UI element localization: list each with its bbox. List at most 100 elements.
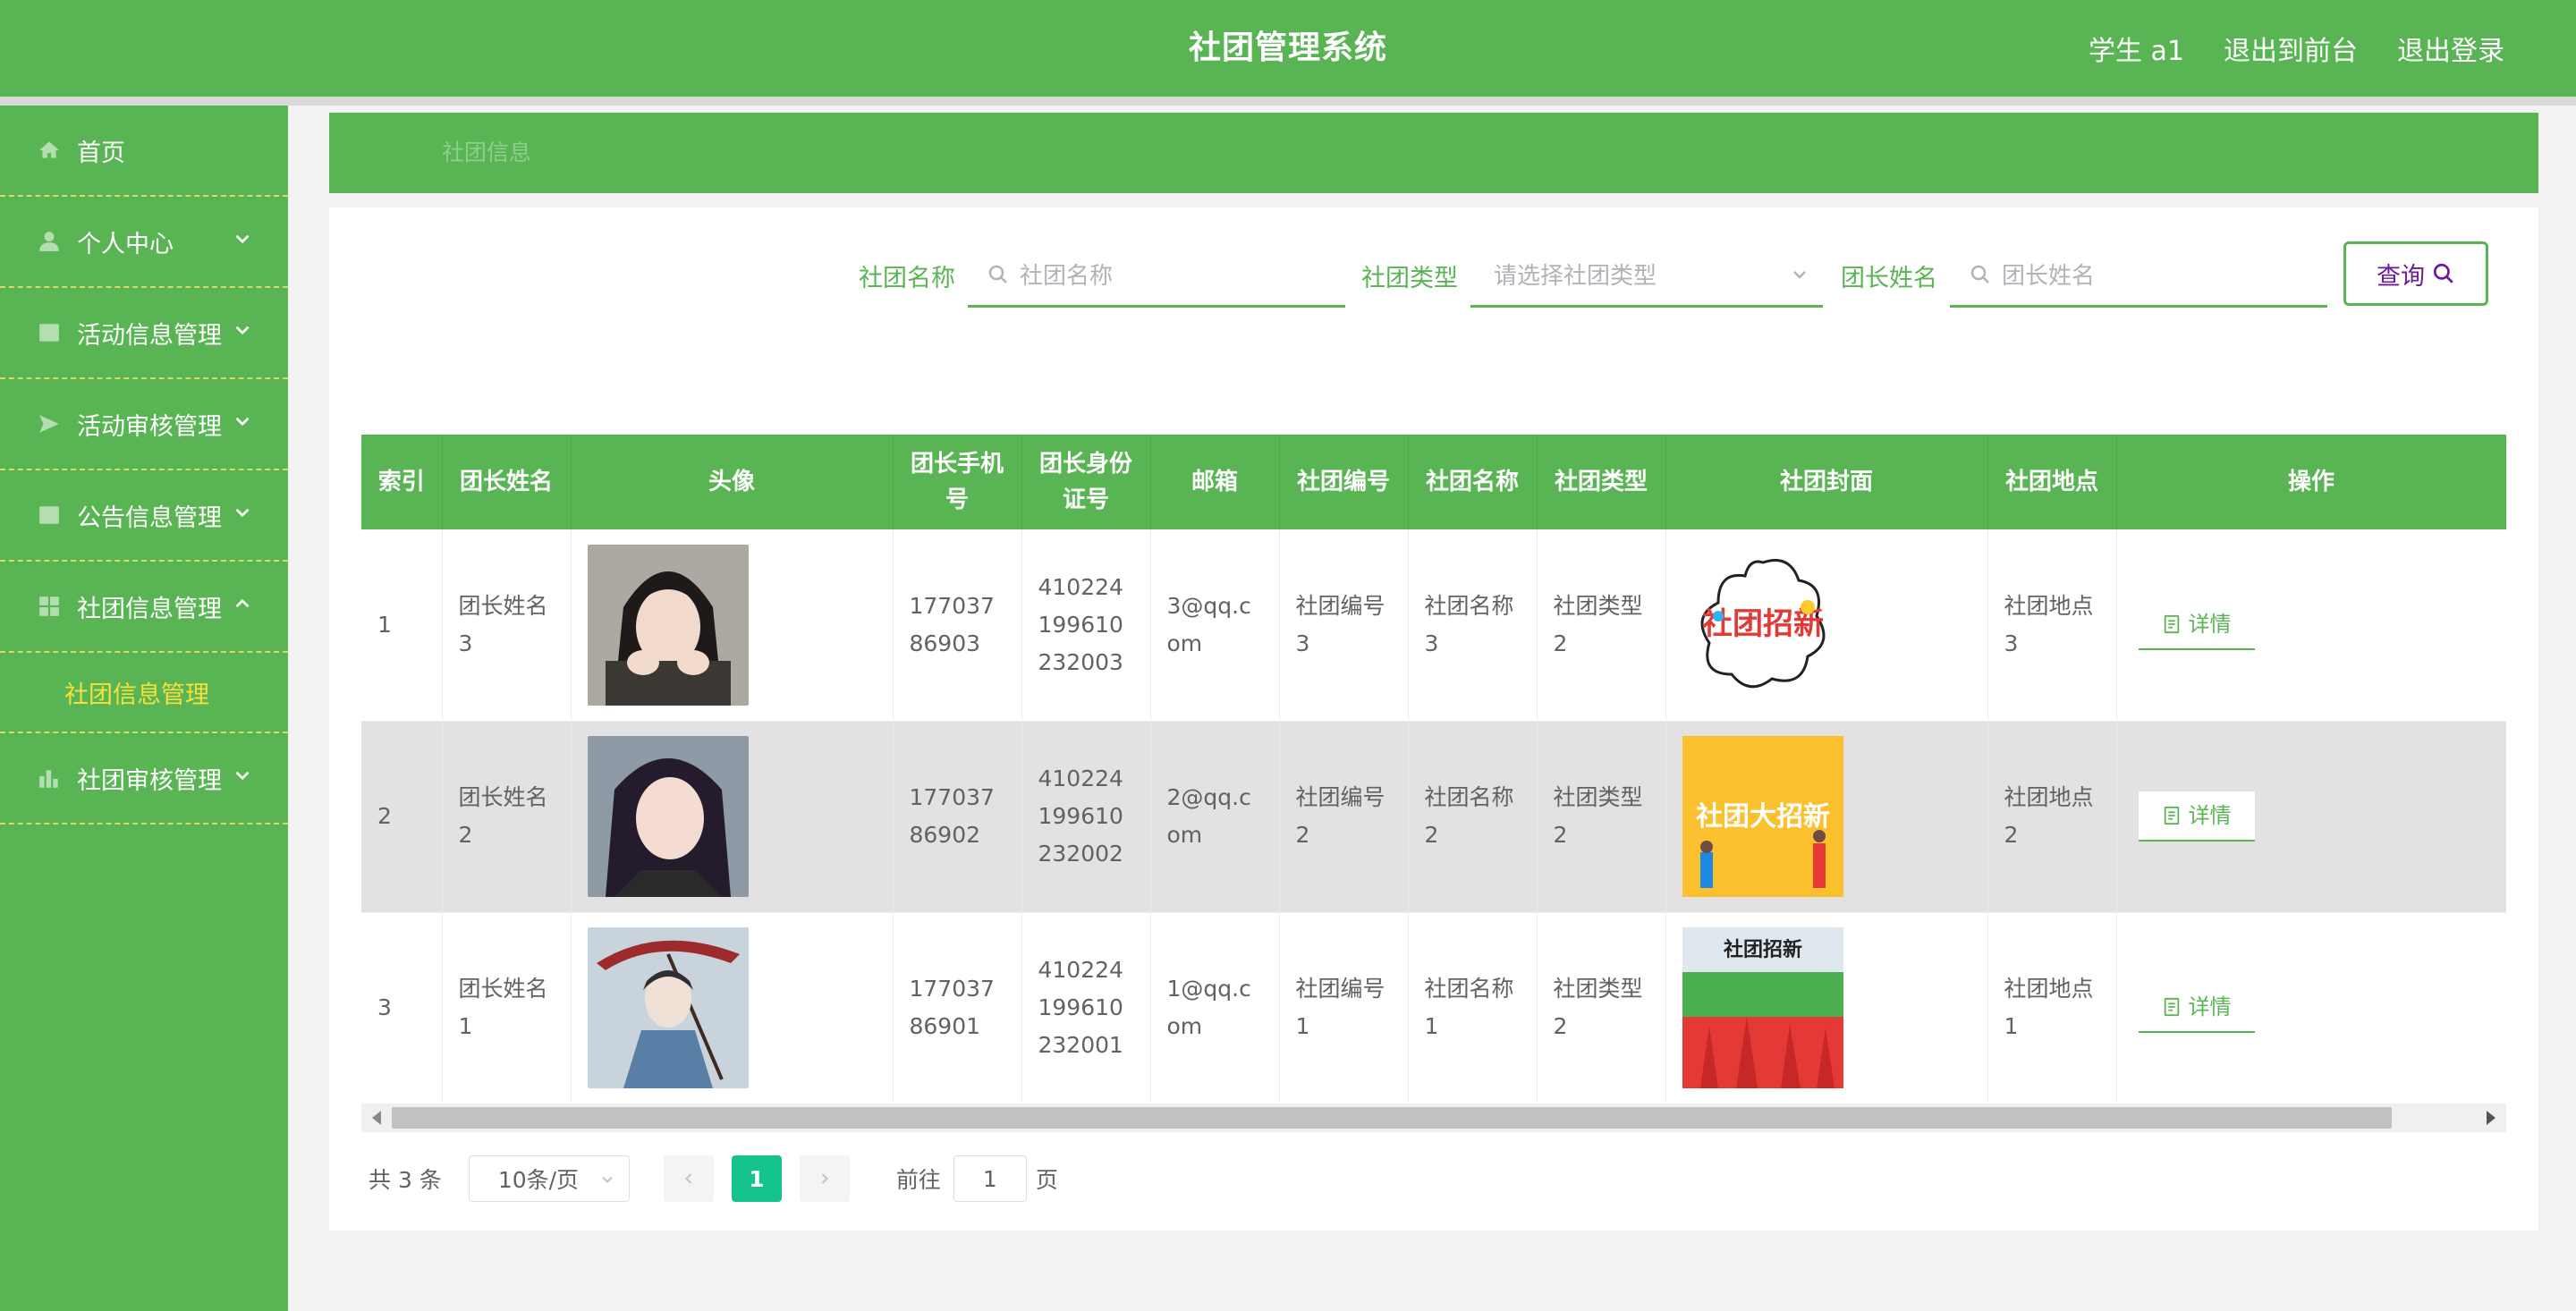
cell-avatar bbox=[571, 912, 894, 1104]
leader-name-placeholder: 团长姓名 bbox=[2002, 263, 2096, 290]
cell-index: 1 bbox=[361, 529, 443, 722]
club-cover-image: 社团大招新 bbox=[1682, 736, 1843, 897]
cell-leader: 团长姓名1 bbox=[442, 912, 572, 1104]
next-page-button[interactable] bbox=[799, 1155, 850, 1202]
query-button-label: 查询 bbox=[2377, 262, 2425, 291]
cell-club-name: 社团名称3 bbox=[1408, 529, 1538, 722]
scrollbar-thumb[interactable] bbox=[392, 1107, 2392, 1129]
submenu-club-info-management[interactable]: 社团信息管理 bbox=[0, 653, 288, 733]
goto-prefix: 前往 bbox=[895, 1167, 941, 1193]
club-name-input[interactable]: 社团名称 bbox=[968, 243, 1345, 308]
leader-name-input[interactable]: 团长姓名 bbox=[1950, 243, 2327, 308]
send-icon bbox=[38, 412, 61, 436]
detail-button[interactable]: 详情 bbox=[2138, 600, 2255, 650]
cell-phone: 17703786902 bbox=[893, 721, 1022, 913]
top-header: 社团管理系统 学生 a1 退出到前台 退出登录 bbox=[0, 0, 2576, 97]
club-table: 索引 团长姓名 头像 团长手机号 团长身份证号 邮箱 社团编号 社团名称 社团类… bbox=[361, 435, 2506, 1132]
column-header: 社团类型 bbox=[1537, 435, 1666, 529]
detail-button-label: 详情 bbox=[2188, 803, 2232, 828]
cell-place: 社团地点1 bbox=[1987, 912, 2117, 1104]
cell-idcard: 410224199610232002 bbox=[1021, 721, 1151, 913]
cell-club-code: 社团编号2 bbox=[1279, 721, 1409, 913]
detail-button-label: 详情 bbox=[2188, 994, 2232, 1019]
logout-link[interactable]: 退出登录 bbox=[2397, 29, 2504, 68]
document-icon bbox=[2164, 997, 2179, 1017]
search-name-group: 社团名称 bbox=[859, 243, 955, 308]
cell-club-name: 社团名称1 bbox=[1408, 912, 1538, 1104]
cell-actions: 详情 bbox=[2116, 912, 2506, 1104]
column-header: 社团封面 bbox=[1665, 435, 1988, 529]
prev-page-button[interactable] bbox=[663, 1155, 714, 1202]
page-size-select[interactable]: 10条/页 bbox=[468, 1155, 630, 1202]
cell-email: 3@qq.com bbox=[1150, 529, 1280, 722]
search-leader-group: 团长姓名 bbox=[1841, 243, 1937, 308]
club-type-select[interactable]: 请选择社团类型 bbox=[1470, 243, 1823, 308]
cell-leader: 团长姓名3 bbox=[442, 529, 572, 722]
sidebar: 首页 个人中心 活动信息管理 活动审核管理 公告信息管理 社团信息管理 社团信息… bbox=[0, 106, 288, 1311]
sidebar-item-activity-review[interactable]: 活动审核管理 bbox=[0, 379, 288, 470]
home-icon bbox=[38, 139, 61, 162]
leader-name-label: 团长姓名 bbox=[1841, 264, 1937, 292]
detail-button[interactable]: 详情 bbox=[2138, 983, 2255, 1033]
total-count: 共 3 条 bbox=[369, 1167, 442, 1193]
cell-actions: 详情 bbox=[2116, 721, 2506, 913]
sidebar-item-label: 公告信息管理 bbox=[77, 503, 222, 532]
sidebar-item-label: 社团审核管理 bbox=[77, 766, 222, 795]
user-icon bbox=[38, 230, 61, 253]
query-button[interactable]: 查询 bbox=[2343, 241, 2488, 306]
page-jumper: 前往 1 页 bbox=[896, 1155, 1058, 1202]
search-icon bbox=[988, 265, 1007, 283]
header-divider bbox=[0, 97, 2576, 106]
detail-button[interactable]: 详情 bbox=[2138, 791, 2255, 842]
sidebar-item-club-info[interactable]: 社团信息管理 bbox=[0, 562, 288, 653]
cell-club-code: 社团编号3 bbox=[1279, 529, 1409, 722]
page-number-current[interactable]: 1 bbox=[731, 1155, 782, 1202]
cell-idcard: 410224199610232001 bbox=[1021, 912, 1151, 1104]
detail-button-label: 详情 bbox=[2188, 611, 2232, 637]
club-type-placeholder: 请选择社团类型 bbox=[1494, 263, 1657, 290]
scroll-right-arrow-icon[interactable] bbox=[2487, 1111, 2496, 1125]
sidebar-item-label: 活动审核管理 bbox=[77, 412, 222, 441]
cell-index: 2 bbox=[361, 721, 443, 913]
chart-icon bbox=[38, 766, 61, 790]
search-icon bbox=[1970, 265, 1989, 283]
cell-leader: 团长姓名2 bbox=[442, 721, 572, 913]
table-horizontal-scrollbar[interactable] bbox=[361, 1104, 2506, 1132]
grid-icon bbox=[38, 321, 61, 344]
column-header: 头像 bbox=[571, 435, 894, 529]
page-size-value: 10条/页 bbox=[497, 1167, 580, 1193]
club-type-label: 社团类型 bbox=[1361, 264, 1458, 292]
club-name-placeholder: 社团名称 bbox=[1020, 263, 1114, 290]
avatar bbox=[587, 736, 749, 897]
current-user[interactable]: 学生 a1 bbox=[2089, 29, 2184, 68]
cell-email: 1@qq.com bbox=[1150, 912, 1280, 1104]
column-header: 操作 bbox=[2116, 435, 2506, 529]
avatar bbox=[587, 544, 749, 706]
sidebar-item-notice-info[interactable]: 公告信息管理 bbox=[0, 470, 288, 562]
table-row: 2 团长姓名2 17703786902 410224199610232002 2… bbox=[361, 721, 2506, 913]
scroll-left-arrow-icon[interactable] bbox=[372, 1111, 381, 1125]
cell-idcard: 410224199610232003 bbox=[1021, 529, 1151, 722]
chevron-up-icon bbox=[231, 592, 254, 615]
goto-page-input[interactable]: 1 bbox=[953, 1155, 1027, 1202]
grid-icon bbox=[38, 503, 61, 527]
sidebar-item-home[interactable]: 首页 bbox=[0, 106, 288, 197]
cell-phone: 17703786903 bbox=[893, 529, 1022, 722]
cell-place: 社团地点2 bbox=[1987, 721, 2117, 913]
cell-actions: 详情 bbox=[2116, 529, 2506, 722]
table-row: 3 团长姓名1 17703786901 410224199610232001 1… bbox=[361, 912, 2506, 1104]
club-cover-image: 社团招新 bbox=[1682, 544, 1843, 706]
cell-phone: 17703786901 bbox=[893, 912, 1022, 1104]
cell-cover: 社团大招新 bbox=[1665, 721, 1988, 913]
table-header-row: 索引 团长姓名 头像 团长手机号 团长身份证号 邮箱 社团编号 社团名称 社团类… bbox=[361, 435, 2506, 529]
breadcrumb: 社团信息 bbox=[329, 113, 2538, 193]
sidebar-item-personal-center[interactable]: 个人中心 bbox=[0, 197, 288, 288]
search-icon bbox=[2433, 263, 2453, 283]
back-to-frontend-link[interactable]: 退出到前台 bbox=[2224, 29, 2358, 68]
sidebar-item-label: 个人中心 bbox=[77, 230, 174, 258]
cell-club-type: 社团类型2 bbox=[1537, 912, 1666, 1104]
sidebar-item-activity-info[interactable]: 活动信息管理 bbox=[0, 288, 288, 379]
cell-club-name: 社团名称2 bbox=[1408, 721, 1538, 913]
column-header: 邮箱 bbox=[1150, 435, 1280, 529]
sidebar-item-club-review[interactable]: 社团审核管理 bbox=[0, 733, 288, 825]
